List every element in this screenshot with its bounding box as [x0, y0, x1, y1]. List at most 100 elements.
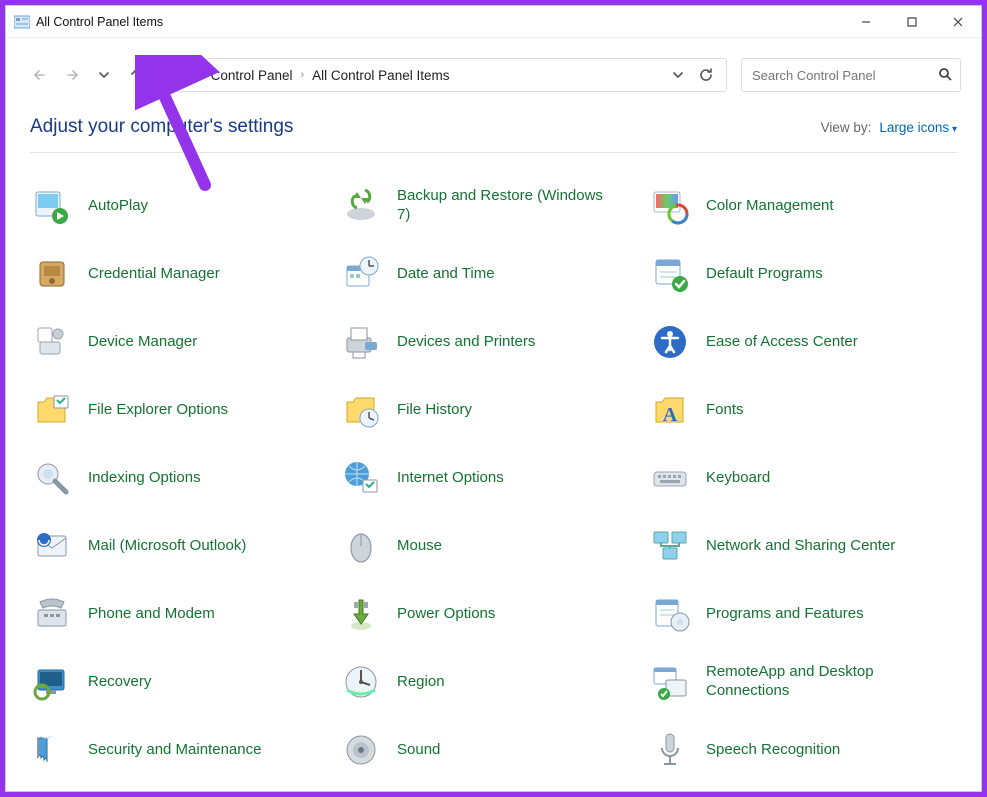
- cp-item-recovery[interactable]: Recovery: [30, 659, 339, 705]
- breadcrumb-sep: ›: [298, 69, 306, 81]
- nav-back-button[interactable]: [26, 61, 54, 89]
- device-manager-icon: [30, 320, 74, 364]
- viewby-label: View by:: [821, 120, 872, 135]
- cp-item-label[interactable]: Devices and Printers: [397, 333, 535, 352]
- cp-item-label[interactable]: Color Management: [706, 197, 834, 216]
- speech-recognition-icon: [648, 728, 692, 772]
- cp-item-security-maint[interactable]: Security and Maintenance: [30, 727, 339, 773]
- address-dropdown[interactable]: [664, 61, 692, 89]
- cp-item-internet-options[interactable]: Internet Options: [339, 455, 648, 501]
- mail-outlook-icon: [30, 524, 74, 568]
- cp-item-label[interactable]: Network and Sharing Center: [706, 537, 895, 556]
- backup-restore-icon: [339, 184, 383, 228]
- cp-item-label[interactable]: Power Options: [397, 605, 495, 624]
- cp-item-keyboard[interactable]: Keyboard: [648, 455, 957, 501]
- maximize-button[interactable]: [889, 6, 935, 38]
- nav-up-button[interactable]: [122, 61, 150, 89]
- cp-item-label[interactable]: Fonts: [706, 401, 744, 420]
- file-explorer-opts-icon: [30, 388, 74, 432]
- search-input[interactable]: [750, 67, 938, 84]
- breadcrumb-current[interactable]: All Control Panel Items: [306, 64, 455, 87]
- window-title: All Control Panel Items: [36, 15, 163, 29]
- content-scroll[interactable]: AutoPlay Backup and Restore (Windows 7) Co…: [6, 153, 981, 791]
- search-box[interactable]: [741, 58, 961, 92]
- devices-printers-icon: [339, 320, 383, 364]
- cp-item-mail-outlook[interactable]: Mail (Microsoft Outlook): [30, 523, 339, 569]
- cp-item-region[interactable]: Region: [339, 659, 648, 705]
- cp-item-file-explorer-opts[interactable]: File Explorer Options: [30, 387, 339, 433]
- cp-item-label[interactable]: Recovery: [88, 673, 151, 692]
- viewby-dropdown[interactable]: Large icons: [879, 120, 957, 135]
- cp-item-sound[interactable]: Sound: [339, 727, 648, 773]
- cp-item-label[interactable]: Date and Time: [397, 265, 495, 284]
- cp-item-label[interactable]: Keyboard: [706, 469, 770, 488]
- cp-item-label[interactable]: Phone and Modem: [88, 605, 215, 624]
- ease-of-access-icon: [648, 320, 692, 364]
- content-header: Adjust your computer's settings View by:…: [6, 106, 981, 152]
- minimize-button[interactable]: [843, 6, 889, 38]
- cp-item-default-programs[interactable]: Default Programs: [648, 251, 957, 297]
- cp-item-network-sharing[interactable]: Network and Sharing Center: [648, 523, 957, 569]
- cp-item-label[interactable]: Region: [397, 673, 445, 692]
- cp-item-label[interactable]: File Explorer Options: [88, 401, 228, 420]
- cp-item-label[interactable]: Speech Recognition: [706, 741, 840, 760]
- cp-item-label[interactable]: Backup and Restore (Windows 7): [397, 187, 617, 225]
- cp-item-date-time[interactable]: Date and Time: [339, 251, 648, 297]
- credential-manager-icon: [30, 252, 74, 296]
- cp-item-indexing-options[interactable]: Indexing Options: [30, 455, 339, 501]
- cp-item-phone-modem[interactable]: Phone and Modem: [30, 591, 339, 637]
- cp-item-label[interactable]: File History: [397, 401, 472, 420]
- cp-item-credential-manager[interactable]: Credential Manager: [30, 251, 339, 297]
- control-panel-app-icon: [14, 14, 30, 30]
- date-time-icon: [339, 252, 383, 296]
- cp-item-label[interactable]: Security and Maintenance: [88, 741, 261, 760]
- internet-options-icon: [339, 456, 383, 500]
- fonts-icon: A: [648, 388, 692, 432]
- cp-item-label[interactable]: Mail (Microsoft Outlook): [88, 537, 246, 556]
- sound-icon: [339, 728, 383, 772]
- cp-item-label[interactable]: RemoteApp and Desktop Connections: [706, 663, 926, 701]
- cp-item-autoplay[interactable]: AutoPlay: [30, 183, 339, 229]
- programs-features-icon: [648, 592, 692, 636]
- cp-item-color-management[interactable]: Color Management: [648, 183, 957, 229]
- cp-item-backup-restore[interactable]: Backup and Restore (Windows 7): [339, 183, 648, 229]
- cp-item-label[interactable]: AutoPlay: [88, 197, 148, 216]
- cp-item-programs-features[interactable]: Programs and Features: [648, 591, 957, 637]
- cp-item-file-history[interactable]: File History: [339, 387, 648, 433]
- cp-item-power-options[interactable]: Power Options: [339, 591, 648, 637]
- items-grid: AutoPlay Backup and Restore (Windows 7) Co…: [6, 153, 981, 791]
- page-title: Adjust your computer's settings: [30, 116, 293, 138]
- cp-item-label[interactable]: Default Programs: [706, 265, 823, 284]
- close-button[interactable]: [935, 6, 981, 38]
- cp-item-mouse[interactable]: Mouse: [339, 523, 648, 569]
- cp-item-label[interactable]: Mouse: [397, 537, 442, 556]
- control-panel-icon: [173, 66, 191, 84]
- refresh-button[interactable]: [692, 61, 720, 89]
- recovery-icon: [30, 660, 74, 704]
- cp-item-remoteapp[interactable]: RemoteApp and Desktop Connections: [648, 659, 957, 705]
- breadcrumb-root[interactable]: Control Panel: [205, 64, 299, 87]
- default-programs-icon: [648, 252, 692, 296]
- cp-item-label[interactable]: Device Manager: [88, 333, 197, 352]
- remoteapp-icon: [648, 660, 692, 704]
- titlebar: All Control Panel Items: [6, 6, 981, 38]
- cp-item-ease-of-access[interactable]: Ease of Access Center: [648, 319, 957, 365]
- nav-recent-dropdown[interactable]: [90, 61, 118, 89]
- mouse-icon: [339, 524, 383, 568]
- cp-item-label[interactable]: Sound: [397, 741, 440, 760]
- cp-item-label[interactable]: Indexing Options: [88, 469, 201, 488]
- network-sharing-icon: [648, 524, 692, 568]
- cp-item-speech-recognition[interactable]: Speech Recognition: [648, 727, 957, 773]
- cp-item-label[interactable]: Programs and Features: [706, 605, 864, 624]
- cp-item-label[interactable]: Credential Manager: [88, 265, 220, 284]
- autoplay-icon: [30, 184, 74, 228]
- indexing-options-icon: [30, 456, 74, 500]
- address-bar[interactable]: › Control Panel › All Control Panel Item…: [164, 58, 727, 92]
- cp-item-label[interactable]: Internet Options: [397, 469, 504, 488]
- cp-item-device-manager[interactable]: Device Manager: [30, 319, 339, 365]
- nav-forward-button[interactable]: [58, 61, 86, 89]
- cp-item-devices-printers[interactable]: Devices and Printers: [339, 319, 648, 365]
- region-icon: [339, 660, 383, 704]
- cp-item-label[interactable]: Ease of Access Center: [706, 333, 858, 352]
- cp-item-fonts[interactable]: A Fonts: [648, 387, 957, 433]
